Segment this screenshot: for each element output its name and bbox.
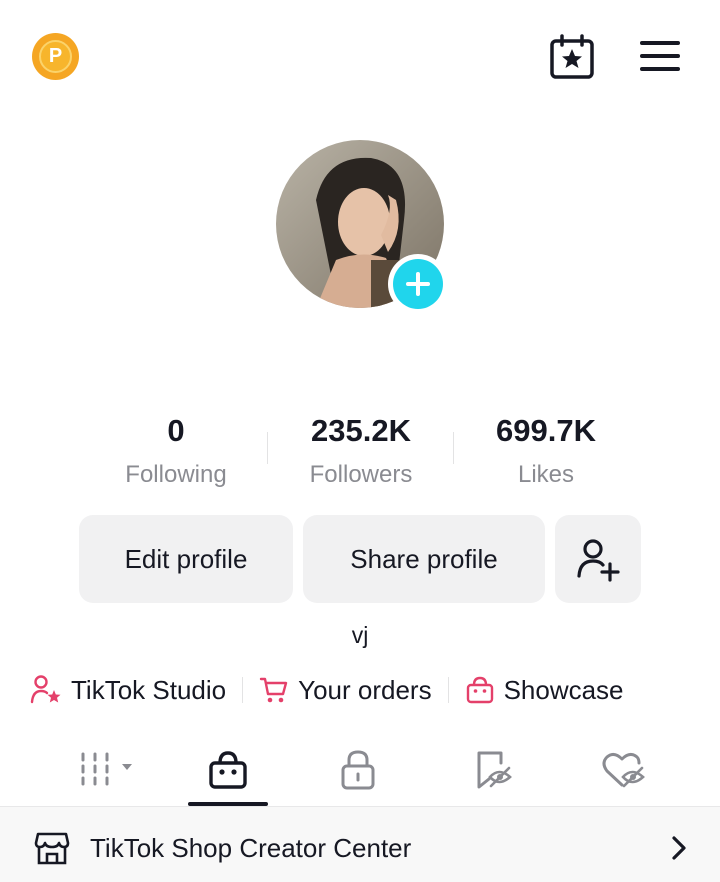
shop-creator-center-label: TikTok Shop Creator Center [90,833,412,863]
add-avatar-button[interactable] [388,254,448,314]
chevron-right-icon[interactable] [668,834,690,862]
likes-label: Likes [517,461,575,488]
divider [242,677,244,703]
tab-saved[interactable] [453,742,533,798]
coins-button[interactable]: P [32,33,79,80]
stat-followers[interactable]: 235.2K Followers [268,410,454,498]
plus-icon [406,272,430,296]
shopping-bag-icon [466,676,493,704]
cart-icon [259,677,288,703]
likes-count: 699.7K [496,413,596,448]
following-label: Following [125,461,227,488]
calendar-star-icon[interactable] [549,34,595,80]
stat-likes[interactable]: 699.7K Likes [453,410,639,498]
your-orders-label: Your orders [298,674,432,705]
studio-icon [30,675,61,704]
following-count: 0 [167,413,185,448]
showcase-link[interactable]: Showcase [465,675,624,706]
storefront-icon [34,832,70,865]
username: vj [351,622,369,648]
tiktok-studio-label: TikTok Studio [71,674,227,705]
tab-videos[interactable] [63,742,143,798]
add-friend-icon [577,539,620,582]
hamburger-menu-icon[interactable] [638,38,682,74]
followers-count: 235.2K [311,413,411,448]
coin-letter: P [39,40,72,73]
tab-private[interactable] [318,742,398,798]
liked-icon [602,752,645,788]
tab-shop[interactable] [188,742,268,798]
followers-label: Followers [309,461,413,488]
showcase-label: Showcase [503,674,624,705]
videos-grid-icon [81,752,132,786]
stat-following[interactable]: 0 Following [83,410,269,498]
shop-bag-icon [209,751,247,789]
lock-icon [341,750,375,790]
edit-profile-button[interactable]: Edit profile [79,515,293,603]
saved-icon [477,751,512,789]
your-orders-link[interactable]: Your orders [259,674,432,706]
tab-liked[interactable] [583,742,663,798]
profile-links: TikTok Studio Your orders Showcase [30,668,624,712]
add-friend-button[interactable] [555,515,641,603]
tiktok-studio-link[interactable]: TikTok Studio [30,674,226,706]
divider [447,677,449,703]
share-profile-button[interactable]: Share profile [303,515,545,603]
